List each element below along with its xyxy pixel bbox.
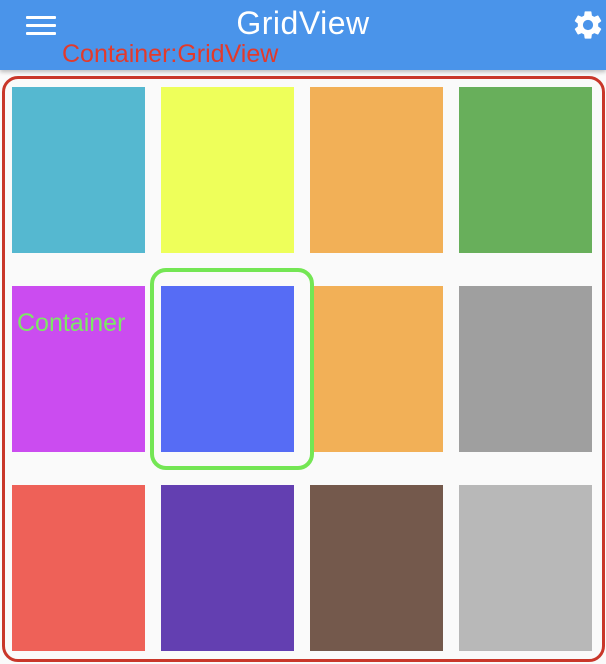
- gridview-annotation-label: Container:GridView: [62, 40, 279, 68]
- grid-tile[interactable]: [459, 87, 592, 253]
- grid-tile[interactable]: [459, 485, 592, 651]
- grid-tile[interactable]: [161, 87, 294, 253]
- grid-tile-highlighted[interactable]: [161, 286, 294, 452]
- grid-tile[interactable]: [310, 87, 443, 253]
- grid-tile[interactable]: [310, 286, 443, 452]
- page-title: GridView: [236, 5, 370, 41]
- grid-tile[interactable]: [12, 485, 145, 651]
- grid-tile[interactable]: [459, 286, 592, 452]
- grid-tile[interactable]: [12, 87, 145, 253]
- gear-icon[interactable]: [571, 8, 605, 42]
- container-annotation-label: Container: [17, 309, 126, 337]
- grid-tile[interactable]: [161, 485, 294, 651]
- grid-tile[interactable]: [310, 485, 443, 651]
- app-screen: GridView Container:GridView Container: [0, 0, 606, 664]
